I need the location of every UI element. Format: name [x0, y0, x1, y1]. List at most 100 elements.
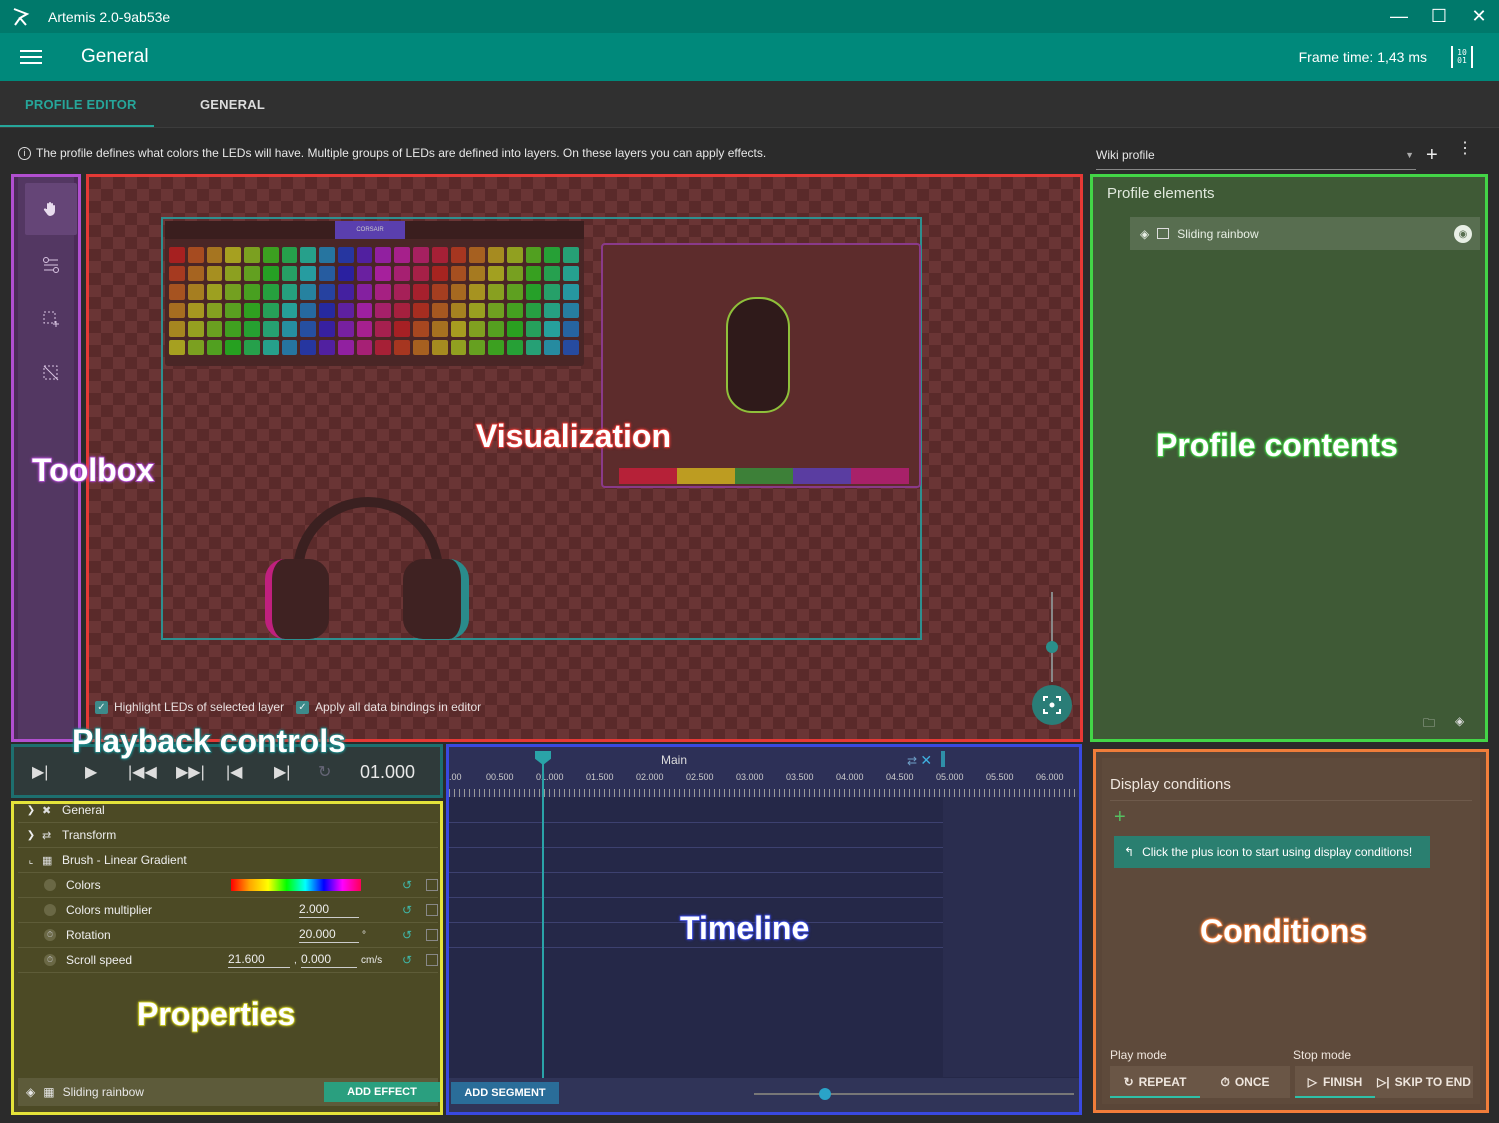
data-binding-icon[interactable]: [426, 954, 438, 966]
highlight-leds-checkbox[interactable]: ✓ Highlight LEDs of selected layer: [95, 700, 284, 714]
previous-frame-icon[interactable]: |◀: [226, 762, 242, 782]
keyboard-key: [431, 265, 448, 281]
timeline-annotation: Timeline: [679, 909, 810, 947]
edit-tool-icon[interactable]: [25, 239, 77, 291]
once-button[interactable]: ⏱ ONCE: [1200, 1066, 1290, 1098]
segment-repeat-icon[interactable]: ⇄ ✕: [907, 752, 932, 769]
pan-hand-icon[interactable]: [25, 183, 77, 235]
fit-to-screen-button[interactable]: [1032, 685, 1072, 725]
current-time: 01.000: [360, 762, 416, 782]
keyboard-key: [356, 321, 373, 337]
skip-to-end-button[interactable]: ▷| SKIP TO END: [1375, 1066, 1473, 1098]
tab-general[interactable]: GENERAL: [200, 97, 265, 112]
scroll-speed-x-input[interactable]: 21.600: [228, 952, 290, 968]
keyboard-key: [469, 247, 486, 263]
focus-icon: [1043, 696, 1061, 714]
selected-layer-name: Sliding rainbow: [62, 1085, 144, 1099]
keyboard-key: [169, 265, 185, 281]
tab-profile-editor[interactable]: PROFILE EDITOR: [25, 97, 137, 112]
rotation-input[interactable]: 20.000: [299, 927, 359, 943]
next-frame-icon[interactable]: ▶|: [274, 762, 290, 782]
profile-element-item[interactable]: ◈ Sliding rainbow ◉: [1130, 217, 1480, 250]
selection-add-icon[interactable]: [25, 293, 77, 345]
add-condition-icon[interactable]: +: [1114, 806, 1126, 829]
layer-icon: ◈: [1140, 226, 1150, 241]
data-binding-icon[interactable]: [426, 904, 438, 916]
keyboard-key: [413, 339, 429, 355]
keyframes-toggle-icon[interactable]: [44, 904, 56, 916]
keyboard-key: [450, 284, 467, 300]
timeline-row: [449, 847, 943, 848]
visualization-panel[interactable]: CORSAIR ✓ Highlight LEDs of selected lay…: [86, 174, 1083, 742]
chevron-down-icon: ▼: [1405, 150, 1414, 160]
brush-icon: [1157, 228, 1170, 239]
finish-button[interactable]: ▷ FINISH: [1295, 1066, 1375, 1098]
headset-device[interactable]: [265, 477, 479, 647]
hamburger-menu-icon[interactable]: [20, 50, 42, 64]
data-binding-icon[interactable]: [426, 929, 438, 941]
repeat-button[interactable]: ↻ REPEAT: [1110, 1066, 1200, 1098]
repeat-icon[interactable]: ↻: [318, 762, 331, 782]
apply-data-bindings-label: Apply all data bindings in editor: [315, 700, 482, 714]
keyframes-toggle-icon[interactable]: [44, 879, 56, 891]
minimize-icon[interactable]: —: [1379, 0, 1419, 33]
keyboard-key: [337, 339, 354, 355]
chevron-right-icon: ❯: [26, 804, 36, 816]
profile-selector[interactable]: Wiki profile ▼: [1096, 148, 1416, 170]
property-group-general[interactable]: ❯ ✖ General: [18, 798, 438, 823]
close-icon[interactable]: ✕: [1459, 0, 1499, 33]
stopwatch-icon[interactable]: ⏱: [44, 929, 56, 941]
headset-right-cup: [403, 559, 469, 639]
timeline-zoom-slider[interactable]: [754, 1093, 1074, 1095]
debugger-icon[interactable]: 10 01: [1451, 46, 1473, 68]
segment-close-icon[interactable]: ✕: [920, 752, 932, 768]
selection-remove-icon[interactable]: [25, 347, 77, 399]
add-profile-button[interactable]: +: [1426, 144, 1438, 167]
timeline-zoom-thumb[interactable]: [819, 1088, 831, 1100]
frame-time: Frame time: 1,43 ms: [1298, 49, 1427, 65]
keyboard-key: [300, 265, 317, 281]
apply-data-bindings-checkbox[interactable]: ✓ Apply all data bindings in editor: [296, 700, 481, 714]
keyboard-key: [375, 284, 392, 300]
timeline-tick-label: 05.500: [986, 772, 1014, 782]
add-layer-icon[interactable]: ◈: [1455, 714, 1464, 728]
keyboard-key: [413, 302, 429, 318]
reset-icon[interactable]: ↺: [402, 928, 412, 942]
play-icon[interactable]: ▶: [85, 762, 97, 782]
keyboard-key: [225, 339, 242, 355]
add-effect-button[interactable]: ADD EFFECT: [324, 1082, 440, 1102]
stopwatch-icon[interactable]: ⏱: [44, 954, 56, 966]
zoom-slider-track[interactable]: [1051, 592, 1053, 682]
keyboard-device[interactable]: CORSAIR: [165, 221, 584, 366]
keyboard-key: [319, 247, 335, 263]
eye-icon[interactable]: ◉: [1454, 225, 1472, 243]
info-text: The profile defines what colors the LEDs…: [36, 146, 767, 160]
add-folder-icon[interactable]: 🗀: [1423, 714, 1435, 735]
reset-icon[interactable]: ↺: [402, 953, 412, 967]
keyboard-key: [262, 247, 279, 263]
data-binding-icon[interactable]: [426, 879, 438, 891]
profile-element-label: Sliding rainbow: [1177, 226, 1259, 241]
skip-next-icon: ▷|: [1377, 1075, 1390, 1089]
zoom-slider-thumb[interactable]: [1046, 641, 1058, 653]
play-from-start-icon[interactable]: ▶​|: [32, 762, 48, 782]
segment-end-handle[interactable]: [941, 751, 945, 767]
app-bar: General Frame time: 1,43 ms 10 01: [0, 33, 1499, 81]
timeline-cursor[interactable]: [542, 755, 544, 1080]
maximize-icon[interactable]: ☐: [1419, 0, 1459, 33]
reset-icon[interactable]: ↺: [402, 878, 412, 892]
skip-to-end-icon[interactable]: ▶▶|: [176, 762, 205, 782]
mouse-device[interactable]: [726, 297, 790, 413]
skip-to-start-icon[interactable]: |◀◀: [128, 762, 157, 782]
colors-multiplier-input[interactable]: 2.000: [299, 902, 359, 918]
more-options-icon[interactable]: ⋮: [1457, 141, 1473, 157]
scroll-speed-y-input[interactable]: 0.000: [301, 952, 357, 968]
properties-panel: ❯ ✖ General ❯ ⇄ Transform ⌞ ▦ Brush - Li…: [11, 801, 443, 1115]
add-segment-button[interactable]: ADD SEGMENT: [451, 1082, 559, 1104]
property-group-transform[interactable]: ❯ ⇄ Transform: [18, 823, 438, 848]
reset-icon[interactable]: ↺: [402, 903, 412, 917]
play-mode-label: Play mode: [1110, 1048, 1167, 1062]
color-gradient-editor[interactable]: [231, 879, 361, 891]
checkbox-checked-icon: ✓: [95, 700, 108, 714]
property-group-brush[interactable]: ⌞ ▦ Brush - Linear Gradient: [18, 848, 438, 873]
